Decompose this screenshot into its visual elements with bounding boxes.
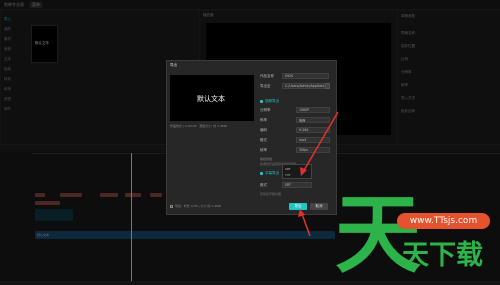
watermark-url: www.TTsjs.com	[409, 216, 478, 226]
annotation-arrows	[298, 111, 339, 237]
watermark-brand: 天下载	[402, 240, 483, 271]
watermark-url-badge: www.TTsjs.com	[397, 213, 490, 229]
arrow-head	[298, 209, 305, 217]
arrow-to-export	[301, 213, 311, 237]
arrow-to-subtitle	[302, 111, 339, 173]
